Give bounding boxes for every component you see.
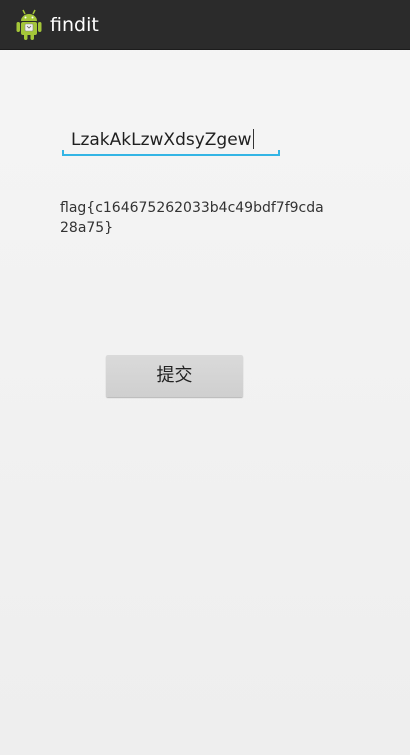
text-input-underline-left-tick [62, 150, 64, 156]
flag-result-text: flag{c164675262033b4c49bdf7f9cda28a75} [60, 200, 324, 236]
action-bar: findit [0, 0, 410, 50]
app-title: findit [50, 14, 99, 36]
text-cursor [252, 129, 254, 149]
text-input-underline [62, 154, 280, 156]
text-input[interactable]: LzakAkLzwXdsyZgew [62, 120, 280, 156]
text-input-underline-right-tick [278, 150, 280, 156]
android-robot-icon[interactable] [14, 8, 44, 42]
text-input-content: LzakAkLzwXdsyZgew [71, 130, 252, 150]
text-input-value[interactable]: LzakAkLzwXdsyZgew [71, 129, 254, 151]
submit-button[interactable]: 提交 [106, 355, 243, 397]
